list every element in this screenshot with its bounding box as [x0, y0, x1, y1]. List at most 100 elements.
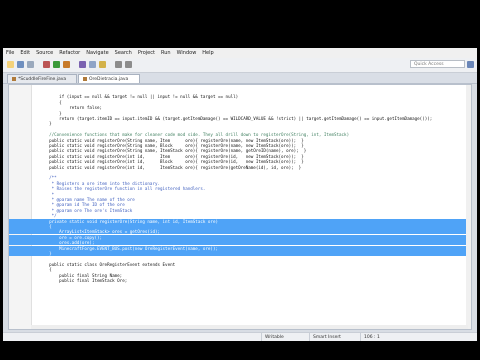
code-line-text: {: [39, 267, 52, 273]
horizontal-scrollbar[interactable]: [31, 325, 468, 329]
code-line[interactable]: //Convenience functions that make for cl…: [9, 132, 471, 138]
code-line[interactable]: [9, 283, 471, 288]
menu-help[interactable]: Help: [199, 50, 216, 56]
code-line[interactable]: [9, 170, 471, 175]
code-line-text: return (target.itemID == input.itemID &&…: [39, 116, 433, 121]
code-line[interactable]: public static class OreRegisterEvent ext…: [9, 261, 471, 267]
code-line[interactable]: /**: [9, 175, 471, 181]
code-line[interactable]: * @param ore The ore's ItemStack: [9, 207, 471, 213]
code-line[interactable]: [9, 256, 471, 261]
code-line-text: public static void registerOre(String na…: [39, 143, 304, 148]
menu-window[interactable]: Window: [174, 50, 200, 56]
back-icon[interactable]: [115, 61, 122, 68]
code-line[interactable]: }: [9, 121, 471, 127]
code-line-text: * Raises the registerOre function in all…: [39, 186, 206, 192]
status-cursor-position: 106 : 1: [360, 333, 404, 341]
code-line[interactable]: return false;: [9, 105, 471, 110]
code-line[interactable]: */: [9, 213, 471, 219]
toolbar: Quick Access: [3, 58, 477, 73]
code-editor[interactable]: if (input == null && target != null || i…: [8, 84, 472, 330]
code-line-text: */: [39, 213, 57, 219]
code-line-text: * @param name The name of the ore: [39, 197, 135, 202]
tab-scuddlefirefine[interactable]: *ScuddleFireFine.java: [7, 74, 77, 83]
code-line-text: * @param id The ID of the ore: [39, 202, 125, 208]
code-line[interactable]: private static void registerOre(String n…: [9, 218, 471, 224]
code-line[interactable]: * @param id The ID of the ore: [9, 202, 471, 208]
tab-label: OreDietracia.java: [89, 77, 129, 82]
code-line[interactable]: *: [9, 191, 471, 197]
code-line-text: public final String Name;: [39, 272, 123, 278]
status-bar: Writable Smart Insert 106 : 1: [3, 332, 477, 341]
code-line-text: //Convenience functions that make for cl…: [39, 132, 350, 138]
menu-source[interactable]: Source: [33, 50, 56, 56]
code-line-text: private static void registerOre(String n…: [39, 218, 218, 224]
code-line[interactable]: [9, 127, 471, 132]
code-line-text: {: [39, 99, 62, 105]
code-line-text: public static class OreRegisterEvent ext…: [39, 261, 176, 267]
menu-project[interactable]: Project: [135, 50, 158, 56]
code-line[interactable]: return (target.itemID == input.itemID &&…: [9, 116, 471, 121]
status-writable: Writable: [261, 333, 310, 341]
code-line[interactable]: }: [9, 111, 471, 116]
new-class-icon[interactable]: [79, 61, 86, 68]
new-icon[interactable]: [7, 61, 14, 68]
save-icon[interactable]: [17, 61, 24, 68]
code-line[interactable]: [9, 89, 471, 94]
code-line[interactable]: MinecraftForge.EVENT_BUS.post(new OreReg…: [9, 245, 471, 251]
code-line[interactable]: ores.add(ore);: [9, 240, 471, 246]
code-line-text: ore = ore.copy();: [39, 234, 103, 240]
menu-refactor[interactable]: Refactor: [56, 50, 83, 56]
code-line[interactable]: public final String Name;: [9, 272, 471, 278]
menu-search[interactable]: Search: [112, 50, 135, 56]
code-line[interactable]: {: [9, 267, 471, 273]
code-line[interactable]: public static void registerOre(String na…: [9, 137, 471, 143]
code-line-text: ores.add(ore);: [39, 240, 95, 246]
code-line-text: MinecraftForge.EVENT_BUS.post(new OreReg…: [39, 245, 218, 251]
code-line[interactable]: {: [9, 99, 471, 105]
code-line-text: /**: [39, 175, 57, 181]
code-line[interactable]: ore = ore.copy();: [9, 234, 471, 240]
java-perspective-icon[interactable]: [467, 61, 474, 68]
menu-run[interactable]: Run: [158, 50, 174, 56]
code-line-text: *: [39, 191, 55, 197]
debug-icon[interactable]: [43, 61, 50, 68]
code-line-text: * Registers a ore item into the dictiona…: [39, 180, 161, 186]
vertical-scrollbar[interactable]: [466, 85, 471, 329]
tab-label: *ScuddleFireFine.java: [18, 77, 67, 82]
code-line-text: ArrayList<ItemStack> ores = getOres(id);: [39, 229, 161, 235]
menu-navigate[interactable]: Navigate: [83, 50, 111, 56]
code-line[interactable]: public static void registerOre(int id, I…: [9, 165, 471, 170]
code-line-text: }: [39, 121, 52, 127]
code-line[interactable]: public static void registerOre(String na…: [9, 148, 471, 153]
code-line-text: if (input == null && target != null || i…: [39, 94, 239, 100]
code-line-text: public static void registerOre(int id, B…: [39, 159, 304, 165]
menu-file[interactable]: File: [3, 50, 17, 56]
run-icon[interactable]: [53, 61, 60, 68]
external-tools-icon[interactable]: [63, 61, 70, 68]
code-line-text: public static void registerOre(String na…: [39, 137, 304, 143]
java-file-icon: [83, 76, 87, 81]
code-line[interactable]: {: [9, 224, 471, 229]
code-line-text: public static void registerOre(int id, I…: [39, 153, 304, 159]
quick-access-field[interactable]: Quick Access: [410, 60, 465, 68]
code-line[interactable]: public static void registerOre(int id, I…: [9, 153, 471, 159]
save-all-icon[interactable]: [27, 61, 34, 68]
code-line[interactable]: * @param name The name of the ore: [9, 197, 471, 202]
code-line[interactable]: * Raises the registerOre function in all…: [9, 186, 471, 192]
code-line-text: public final ItemStack Ore;: [39, 278, 128, 283]
code-line[interactable]: public static void registerOre(String na…: [9, 143, 471, 148]
code-line[interactable]: }: [9, 251, 471, 256]
java-file-icon: [12, 76, 16, 81]
code-line[interactable]: if (input == null && target != null || i…: [9, 94, 471, 100]
code-line-text: * @param ore The ore's ItemStack: [39, 207, 133, 213]
code-line[interactable]: ArrayList<ItemStack> ores = getOres(id);: [9, 229, 471, 235]
forward-icon[interactable]: [125, 61, 132, 68]
code-line[interactable]: public static void registerOre(int id, B…: [9, 159, 471, 165]
tab-oredietracia[interactable]: OreDietracia.java: [78, 74, 140, 83]
menu-edit[interactable]: Edit: [17, 50, 33, 56]
code-line[interactable]: * Registers a ore item into the dictiona…: [9, 180, 471, 186]
open-type-icon[interactable]: [89, 61, 96, 68]
code-line[interactable]: public final ItemStack Ore;: [9, 278, 471, 283]
search-icon[interactable]: [99, 61, 106, 68]
menu-bar: File Edit Source Refactor Navigate Searc…: [3, 48, 477, 58]
